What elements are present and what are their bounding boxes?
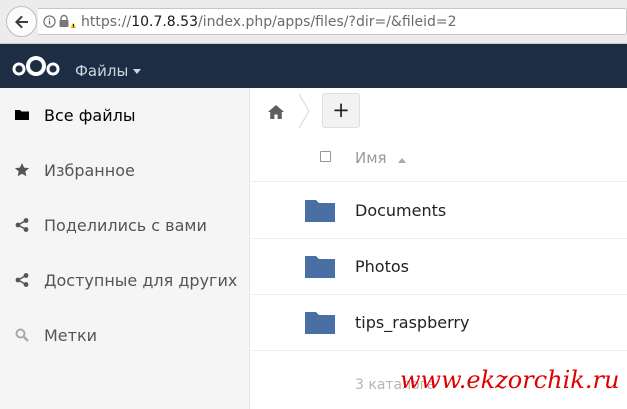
new-button[interactable]: +	[322, 93, 360, 128]
url-text: https://10.7.8.53/index.php/apps/files/?…	[81, 13, 457, 31]
sidebar-item-label: Доступные для других	[44, 271, 238, 290]
select-all-checkbox[interactable]	[320, 151, 331, 162]
sidebar: Все файлы Избранное Поделились с вами До…	[0, 88, 250, 409]
back-button[interactable]	[6, 6, 37, 37]
watermark: www.ekzorchik.ru	[400, 366, 620, 394]
folder-icon	[305, 256, 335, 278]
sidebar-item-label: Поделились с вами	[44, 216, 207, 235]
browser-toolbar: https://10.7.8.53/index.php/apps/files/?…	[0, 0, 627, 44]
table-row[interactable]: Documents	[251, 183, 627, 239]
folder-icon	[305, 312, 335, 334]
app-header: Файлы	[0, 44, 627, 88]
column-name-header[interactable]: Имя	[355, 149, 387, 167]
table-row[interactable]: tips_raspberry	[251, 295, 627, 351]
info-icon[interactable]	[43, 15, 56, 28]
file-list-header: Имя	[251, 136, 627, 182]
file-browser: + Имя Documents Photos tips_raspberry 3 …	[251, 88, 627, 409]
app-menu-title[interactable]: Файлы	[75, 62, 128, 80]
folder-icon	[15, 110, 29, 120]
arrow-left-icon	[14, 15, 28, 28]
lock-warning-icon[interactable]	[58, 14, 76, 29]
chevron-down-icon[interactable]	[133, 69, 141, 74]
share-icon	[15, 273, 29, 287]
sidebar-item-tags[interactable]: Метки	[0, 308, 250, 363]
breadcrumb-separator	[298, 94, 310, 128]
sidebar-item-favorites[interactable]: Избранное	[0, 143, 250, 198]
folder-icon	[305, 200, 335, 222]
cloud-logo-icon[interactable]	[10, 53, 62, 79]
url-scheme: https://	[81, 14, 132, 30]
url-path: /index.php/apps/files/?dir=/&fileid=2	[197, 14, 457, 30]
home-icon[interactable]	[267, 104, 285, 120]
search-icon	[15, 328, 29, 342]
sidebar-item-all-files[interactable]: Все файлы	[0, 88, 250, 143]
sidebar-item-label: Метки	[44, 326, 98, 345]
file-name-link[interactable]: tips_raspberry	[355, 313, 469, 332]
sort-up-icon[interactable]	[398, 158, 406, 163]
table-row[interactable]: Photos	[251, 239, 627, 295]
star-icon	[14, 163, 30, 177]
url-input[interactable]: https://10.7.8.53/index.php/apps/files/?…	[38, 8, 627, 35]
file-name-link[interactable]: Documents	[355, 201, 446, 220]
url-host: 10.7.8.53	[131, 14, 198, 30]
share-icon	[15, 218, 29, 232]
sidebar-item-shared-with-others[interactable]: Доступные для других	[0, 253, 250, 308]
sidebar-item-label: Избранное	[44, 161, 135, 180]
sidebar-item-shared-with-you[interactable]: Поделились с вами	[0, 198, 250, 253]
sidebar-item-label: Все файлы	[44, 106, 136, 125]
file-name-link[interactable]: Photos	[355, 257, 409, 276]
